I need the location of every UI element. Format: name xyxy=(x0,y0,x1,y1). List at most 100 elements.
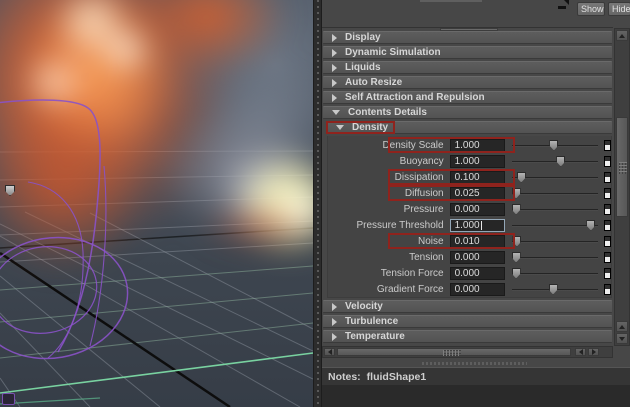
notes-text-area[interactable] xyxy=(322,385,630,407)
attr-slider[interactable] xyxy=(512,171,599,184)
slider-handle-icon[interactable] xyxy=(511,187,521,199)
scroll-down-button[interactable] xyxy=(616,333,628,344)
section-contents-details[interactable]: Contents Details xyxy=(323,106,612,119)
attr-label: Gradient Force xyxy=(376,283,444,295)
attr-value-field[interactable]: 0.000 xyxy=(449,202,506,216)
keyframe-box-icon[interactable] xyxy=(604,251,611,263)
attr-row-pressure: Pressure 0.000 xyxy=(328,201,611,217)
slider-track xyxy=(512,208,599,211)
attr-row-tension-force: Tension Force 0.000 xyxy=(328,265,611,281)
scroll-left-button[interactable] xyxy=(324,348,335,356)
section-auto-resize[interactable]: Auto Resize xyxy=(323,76,612,89)
arrow-down-icon xyxy=(619,336,625,341)
attr-slider[interactable] xyxy=(511,187,599,200)
attr-value-field[interactable]: 0.010 xyxy=(449,234,506,248)
chevron-down-icon xyxy=(332,110,340,115)
section-temperature[interactable]: Temperature xyxy=(323,330,612,343)
section-label: Display xyxy=(345,32,381,43)
attr-slider[interactable] xyxy=(511,203,599,216)
keyframe-box-icon[interactable] xyxy=(604,203,611,215)
section-label: Self Attraction and Repulsion xyxy=(345,92,485,103)
attr-slider[interactable] xyxy=(512,139,599,152)
attr-value-field[interactable]: 0.000 xyxy=(449,266,506,280)
notes-splitter[interactable] xyxy=(322,359,630,367)
fluid-manipulator-curves xyxy=(0,99,129,360)
attr-slider[interactable] xyxy=(512,283,599,296)
attr-value-field[interactable]: 0.000 xyxy=(449,250,506,264)
slider-handle-icon[interactable] xyxy=(512,235,522,247)
vertical-scroll-thumb[interactable] xyxy=(616,117,628,217)
attr-value-field[interactable]: 1.000 xyxy=(449,154,506,168)
scroll-up-button[interactable] xyxy=(616,30,628,41)
app-window: Show Hide Display Dynamic Simulation Liq… xyxy=(0,0,630,407)
slider-handle-icon[interactable] xyxy=(511,203,521,215)
chevron-right-icon xyxy=(332,78,337,87)
chevron-down-icon xyxy=(336,125,344,130)
chevron-right-icon xyxy=(332,317,337,326)
attr-slider[interactable] xyxy=(511,267,599,280)
show-button[interactable]: Show xyxy=(577,2,605,16)
slider-handle-icon[interactable] xyxy=(586,219,596,231)
keyframe-box-icon[interactable] xyxy=(604,267,611,279)
attr-value-field[interactable]: 0.100 xyxy=(449,170,506,184)
section-dynamic-simulation[interactable]: Dynamic Simulation xyxy=(323,46,612,59)
chevron-right-icon xyxy=(332,93,337,102)
section-turbulence[interactable]: Turbulence xyxy=(323,315,612,328)
arrow-left-icon xyxy=(578,349,583,355)
section-label: Liquids xyxy=(345,62,381,73)
panel-topbar: Show Hide xyxy=(322,0,630,27)
keyframe-box-icon[interactable] xyxy=(604,171,611,183)
viewport-corner-icon xyxy=(2,393,15,405)
keyframe-box-icon[interactable] xyxy=(604,219,611,231)
section-liquids[interactable]: Liquids xyxy=(323,61,612,74)
hide-button[interactable]: Hide xyxy=(608,2,630,16)
slider-handle-icon[interactable] xyxy=(511,251,521,263)
section-density[interactable]: Density xyxy=(325,121,612,134)
attr-value-field[interactable]: 0.000 xyxy=(449,282,506,296)
slider-track xyxy=(512,240,599,243)
attr-slider[interactable] xyxy=(511,251,599,264)
chevron-right-icon xyxy=(332,332,337,341)
attr-value-field[interactable]: 0.025 xyxy=(449,186,506,200)
3d-viewport[interactable] xyxy=(0,0,313,407)
keyframe-box-icon[interactable] xyxy=(604,187,611,199)
arrow-right-icon xyxy=(591,349,596,355)
keyframe-box-icon[interactable] xyxy=(604,155,611,167)
attr-label: Density Scale xyxy=(382,139,444,151)
arrow-up-icon xyxy=(619,33,625,38)
vertical-scrollbar[interactable] xyxy=(614,28,630,346)
scroll-up-button-2[interactable] xyxy=(616,321,628,332)
slider-handle-icon[interactable] xyxy=(548,283,558,295)
horizontal-scrollbar[interactable] xyxy=(322,346,613,358)
slider-handle-icon[interactable] xyxy=(556,155,566,167)
horizontal-scroll-thumb[interactable] xyxy=(337,348,571,356)
attr-row-gradient-force: Gradient Force 0.000 xyxy=(328,281,611,297)
attr-value-field[interactable]: 1.000 xyxy=(449,218,506,232)
scroll-left-button-2[interactable] xyxy=(575,348,586,356)
notes-header: Notes: fluidShape1 xyxy=(322,367,630,385)
attr-label: Diffusion xyxy=(404,187,444,199)
section-display[interactable]: Display xyxy=(323,31,612,44)
keyframe-box-icon[interactable] xyxy=(604,139,611,151)
attr-label: Dissipation xyxy=(394,171,444,183)
attr-value-field[interactable]: 1.000 xyxy=(449,138,506,152)
section-label: Density xyxy=(352,122,389,133)
section-self-attraction[interactable]: Self Attraction and Repulsion xyxy=(323,91,612,104)
corner-arrow-icon xyxy=(558,0,569,9)
section-label: Auto Resize xyxy=(345,77,403,88)
slider-handle-icon[interactable] xyxy=(549,139,559,151)
attr-label: Buoyancy xyxy=(399,155,444,167)
slider-handle-icon[interactable] xyxy=(516,171,526,183)
keyframe-box-icon[interactable] xyxy=(604,283,611,295)
scroll-right-button[interactable] xyxy=(588,348,599,356)
keyframe-box-icon[interactable] xyxy=(604,235,611,247)
panel-resize-handle[interactable] xyxy=(313,0,322,407)
attr-slider[interactable] xyxy=(512,235,599,248)
section-velocity[interactable]: Velocity xyxy=(323,300,612,313)
slider-handle-icon[interactable] xyxy=(511,267,521,279)
attr-slider[interactable] xyxy=(512,219,599,232)
attr-row-buoyancy: Buoyancy 1.000 xyxy=(328,153,611,169)
chevron-right-icon xyxy=(332,302,337,311)
attribute-editor-panel: Show Hide Display Dynamic Simulation Liq… xyxy=(322,0,630,407)
attr-slider[interactable] xyxy=(512,155,599,168)
